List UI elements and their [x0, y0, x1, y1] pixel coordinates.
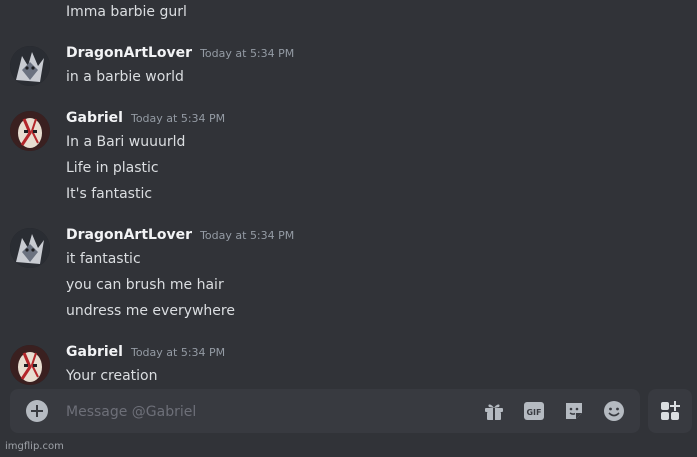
message-list: Imma barbie gurl DragonArtLover Today at…: [0, 0, 697, 390]
message-header: Gabriel Today at 5:34 PM: [66, 110, 225, 130]
message-line: It's fantastic: [66, 186, 153, 202]
sticker-icon[interactable]: [562, 399, 586, 423]
message-header: Gabriel Today at 5:34 PM: [66, 344, 225, 364]
message-line: Imma barbie gurl: [66, 4, 187, 20]
message-line: undress me everywhere: [66, 303, 235, 319]
dragon-avatar[interactable]: [10, 46, 50, 86]
message-line: in a barbie world: [66, 69, 184, 85]
plus-circle-icon[interactable]: [26, 400, 48, 422]
timestamp[interactable]: Today at 5:34 PM: [200, 229, 294, 242]
message-input[interactable]: [64, 399, 468, 425]
message-header: DragonArtLover Today at 5:34 PM: [66, 45, 294, 65]
svg-text:GIF: GIF: [526, 408, 541, 417]
timestamp[interactable]: Today at 5:34 PM: [131, 346, 225, 359]
gift-icon[interactable]: [482, 399, 506, 423]
timestamp[interactable]: Today at 5:34 PM: [131, 112, 225, 125]
message-composer: GIF: [10, 389, 640, 433]
message-line: Life in plastic: [66, 160, 159, 176]
hollow-mask-avatar[interactable]: [10, 345, 50, 385]
username[interactable]: DragonArtLover: [66, 45, 192, 61]
timestamp[interactable]: Today at 5:34 PM: [200, 47, 294, 60]
apps-icon[interactable]: [648, 389, 692, 433]
username[interactable]: Gabriel: [66, 344, 123, 360]
message-header: DragonArtLover Today at 5:34 PM: [66, 227, 294, 247]
hollow-mask-avatar[interactable]: [10, 111, 50, 151]
message-line: Your creation: [66, 368, 158, 384]
username[interactable]: Gabriel: [66, 110, 123, 126]
gif-icon[interactable]: GIF: [522, 399, 546, 423]
message-line: you can brush me hair: [66, 277, 224, 293]
message-line: In a Bari wuuurld: [66, 134, 186, 150]
username[interactable]: DragonArtLover: [66, 227, 192, 243]
emoji-icon[interactable]: [602, 399, 626, 423]
message-line: it fantastic: [66, 251, 141, 267]
dragon-avatar[interactable]: [10, 228, 50, 268]
imgflip-watermark: imgflip.com: [5, 441, 64, 452]
